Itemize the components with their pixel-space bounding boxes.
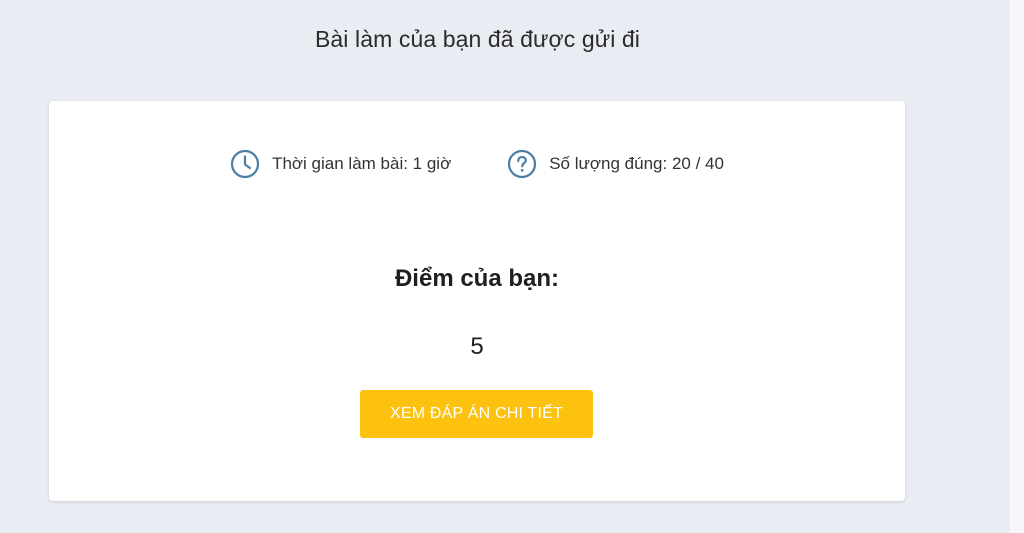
page-title: Bài làm của bạn đã được gửi đi	[314, 26, 641, 52]
clock-icon	[230, 149, 260, 179]
result-card: Thời gian làm bài: 1 giờ Số lượng đúng: …	[49, 101, 905, 501]
time-stat: Thời gian làm bài: 1 giờ	[230, 149, 451, 179]
view-answers-button[interactable]: XEM ĐÁP ÁN CHI TIẾT	[360, 390, 593, 438]
correct-count-stat: Số lượng đúng: 20 / 40	[507, 149, 724, 179]
correct-count-label: Số lượng đúng: 20 / 40	[549, 154, 724, 173]
score-value: 5	[470, 333, 484, 360]
question-circle-icon	[507, 149, 537, 179]
time-label: Thời gian làm bài: 1 giờ	[272, 154, 452, 173]
score-heading: Điểm của bạn:	[394, 265, 560, 292]
page-edge	[1010, 0, 1024, 533]
stats-row: Thời gian làm bài: 1 giờ Số lượng đúng: …	[49, 149, 905, 179]
